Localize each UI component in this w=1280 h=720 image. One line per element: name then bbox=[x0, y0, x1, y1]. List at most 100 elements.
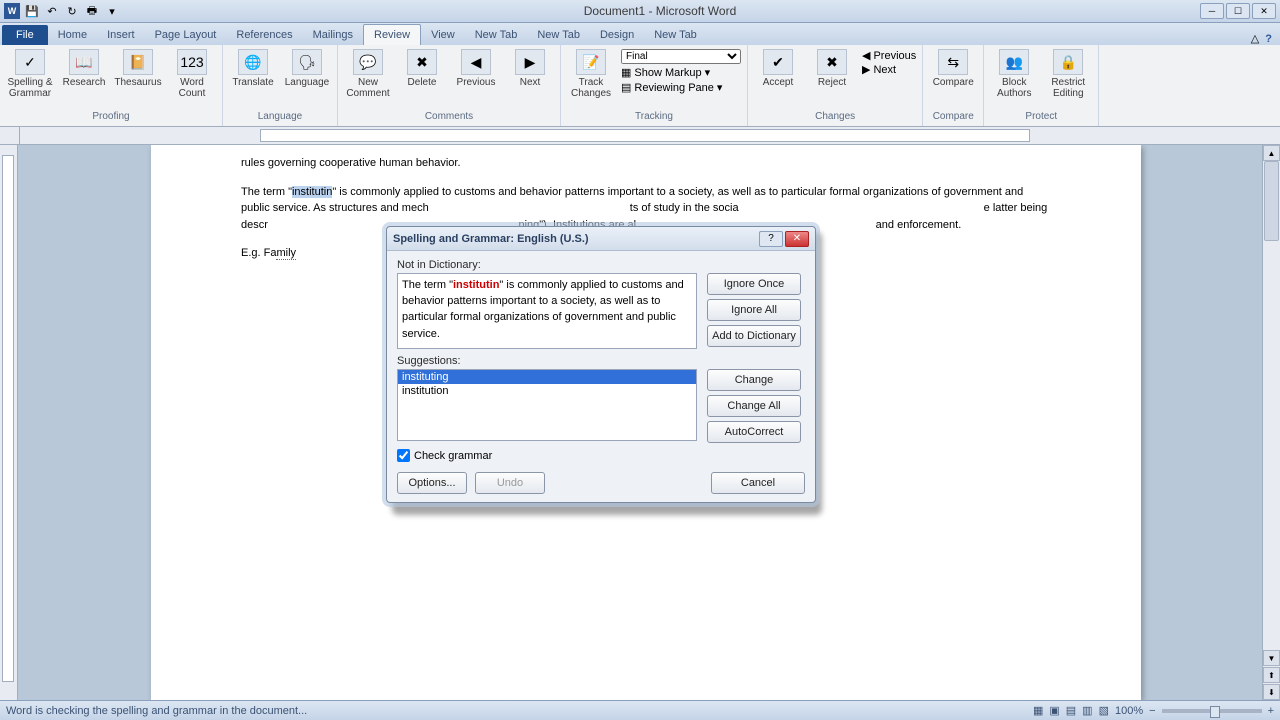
tab-selector[interactable] bbox=[0, 127, 20, 144]
view-full-screen-icon[interactable]: ▣ bbox=[1049, 704, 1059, 717]
pane-icon: ▤ bbox=[621, 81, 631, 94]
research-icon: 📖 bbox=[69, 49, 99, 75]
prev-change-button[interactable]: ◀Previous bbox=[862, 49, 916, 62]
cancel-button[interactable]: Cancel bbox=[711, 472, 805, 494]
autocorrect-button[interactable]: AutoCorrect bbox=[707, 421, 801, 443]
thesaurus-button[interactable]: 📔Thesaurus bbox=[114, 47, 162, 88]
suggestion-item[interactable]: instituting bbox=[398, 370, 696, 384]
suggestion-item[interactable]: institution bbox=[398, 384, 696, 398]
next-page-button[interactable]: ⬇ bbox=[1263, 684, 1280, 700]
prev-page-button[interactable]: ⬆ bbox=[1263, 667, 1280, 683]
view-outline-icon[interactable]: ▥ bbox=[1082, 704, 1092, 717]
tab-new2[interactable]: New Tab bbox=[527, 25, 590, 45]
tab-insert[interactable]: Insert bbox=[97, 25, 145, 45]
view-draft-icon[interactable]: ▧ bbox=[1099, 704, 1109, 717]
help-icon[interactable]: ? bbox=[1265, 33, 1272, 45]
tab-home[interactable]: Home bbox=[48, 25, 97, 45]
reviewing-pane-button[interactable]: ▤Reviewing Pane ▾ bbox=[621, 81, 741, 94]
dialog-titlebar[interactable]: Spelling and Grammar: English (U.S.) ? ✕ bbox=[387, 227, 815, 251]
horizontal-ruler[interactable] bbox=[260, 129, 1030, 142]
translate-button[interactable]: 🌐Translate bbox=[229, 47, 277, 88]
options-button[interactable]: Options... bbox=[397, 472, 467, 494]
spelling-grammar-button[interactable]: ✓Spelling & Grammar bbox=[6, 47, 54, 99]
word-count-button[interactable]: 123Word Count bbox=[168, 47, 216, 99]
suggestions-listbox[interactable]: instituting institution bbox=[397, 369, 697, 441]
restrict-editing-button[interactable]: 🔒Restrict Editing bbox=[1044, 47, 1092, 99]
not-in-dictionary-label: Not in Dictionary: bbox=[397, 259, 805, 271]
markup-icon: ▦ bbox=[621, 66, 631, 79]
undo-icon[interactable]: ↶ bbox=[44, 3, 60, 19]
zoom-level[interactable]: 100% bbox=[1115, 705, 1143, 717]
change-all-button[interactable]: Change All bbox=[707, 395, 801, 417]
prev-comment-button[interactable]: ◀Previous bbox=[452, 47, 500, 88]
vertical-scrollbar[interactable]: ▲ ▼ ⬆ ⬇ bbox=[1262, 145, 1280, 700]
check-grammar-checkbox[interactable] bbox=[397, 449, 410, 462]
ruler-row bbox=[0, 127, 1280, 145]
tab-references[interactable]: References bbox=[226, 25, 302, 45]
ribbon: ✓Spelling & Grammar 📖Research 📔Thesaurus… bbox=[0, 45, 1280, 127]
view-web-icon[interactable]: ▤ bbox=[1066, 704, 1076, 717]
context-textbox[interactable]: The term "institutin" is commonly applie… bbox=[397, 273, 697, 349]
qat-dropdown-icon[interactable]: ▾ bbox=[104, 3, 120, 19]
accept-button[interactable]: ✔Accept bbox=[754, 47, 802, 88]
tab-view[interactable]: View bbox=[421, 25, 465, 45]
scroll-down-button[interactable]: ▼ bbox=[1263, 650, 1280, 666]
change-button[interactable]: Change bbox=[707, 369, 801, 391]
next-comment-button[interactable]: ▶Next bbox=[506, 47, 554, 88]
ignore-once-button[interactable]: Ignore Once bbox=[707, 273, 801, 295]
error-word: institutin bbox=[453, 279, 499, 291]
ignore-all-button[interactable]: Ignore All bbox=[707, 299, 801, 321]
tab-review[interactable]: Review bbox=[363, 24, 421, 45]
maximize-button[interactable]: ☐ bbox=[1226, 3, 1250, 19]
minimize-button[interactable]: ─ bbox=[1200, 3, 1224, 19]
group-label-proofing: Proofing bbox=[6, 109, 216, 124]
group-label-language: Language bbox=[229, 109, 331, 124]
check-grammar-label: Check grammar bbox=[414, 450, 492, 462]
window-title: Document1 - Microsoft Word bbox=[120, 4, 1200, 18]
print-icon[interactable]: 🖶 bbox=[84, 3, 100, 19]
scroll-up-button[interactable]: ▲ bbox=[1263, 145, 1280, 161]
vertical-ruler[interactable] bbox=[2, 155, 14, 682]
doc-para1: rules governing cooperative human behavi… bbox=[241, 155, 1051, 172]
reject-button[interactable]: ✖Reject bbox=[808, 47, 856, 88]
tab-mailings[interactable]: Mailings bbox=[303, 25, 363, 45]
minimize-ribbon-icon[interactable]: △ bbox=[1251, 32, 1259, 45]
zoom-in-button[interactable]: + bbox=[1268, 705, 1274, 717]
abc-check-icon: ✓ bbox=[15, 49, 45, 75]
suggestions-label: Suggestions: bbox=[397, 355, 805, 367]
show-markup-button[interactable]: ▦Show Markup ▾ bbox=[621, 66, 741, 79]
dialog-help-button[interactable]: ? bbox=[759, 231, 783, 247]
block-authors-button[interactable]: 👥Block Authors bbox=[990, 47, 1038, 99]
dialog-title: Spelling and Grammar: English (U.S.) bbox=[393, 233, 757, 245]
view-print-layout-icon[interactable]: ▦ bbox=[1033, 704, 1043, 717]
scroll-thumb[interactable] bbox=[1264, 161, 1279, 241]
dialog-close-button[interactable]: ✕ bbox=[785, 231, 809, 247]
tab-new1[interactable]: New Tab bbox=[465, 25, 528, 45]
compare-button[interactable]: ⇆Compare bbox=[929, 47, 977, 88]
delete-comment-button[interactable]: ✖Delete bbox=[398, 47, 446, 88]
zoom-out-button[interactable]: − bbox=[1149, 705, 1155, 717]
group-label-comments: Comments bbox=[344, 109, 554, 124]
track-changes-button[interactable]: 📝Track Changes bbox=[567, 47, 615, 99]
tab-design[interactable]: Design bbox=[590, 25, 644, 45]
tab-new3[interactable]: New Tab bbox=[644, 25, 707, 45]
vertical-ruler-gutter bbox=[0, 145, 18, 700]
zoom-slider[interactable] bbox=[1162, 709, 1262, 713]
tab-file[interactable]: File bbox=[2, 25, 48, 45]
redo-icon[interactable]: ↻ bbox=[64, 3, 80, 19]
new-comment-button[interactable]: 💬New Comment bbox=[344, 47, 392, 99]
display-for-review-select[interactable]: Final bbox=[621, 49, 741, 64]
language-button[interactable]: 🗣Language bbox=[283, 47, 331, 88]
next-change-icon: ▶ bbox=[862, 63, 870, 76]
tab-page-layout[interactable]: Page Layout bbox=[145, 25, 227, 45]
scroll-track[interactable] bbox=[1263, 161, 1280, 650]
group-changes: ✔Accept ✖Reject ◀Previous ▶Next Changes bbox=[748, 45, 923, 126]
close-button[interactable]: ✕ bbox=[1252, 3, 1276, 19]
research-button[interactable]: 📖Research bbox=[60, 47, 108, 88]
undo-button[interactable]: Undo bbox=[475, 472, 545, 494]
add-to-dictionary-button[interactable]: Add to Dictionary bbox=[707, 325, 801, 347]
save-icon[interactable]: 💾 bbox=[24, 3, 40, 19]
misspelled-word[interactable]: institutin bbox=[292, 186, 332, 198]
group-tracking: 📝Track Changes Final ▦Show Markup ▾ ▤Rev… bbox=[561, 45, 748, 126]
next-change-button[interactable]: ▶Next bbox=[862, 63, 916, 76]
